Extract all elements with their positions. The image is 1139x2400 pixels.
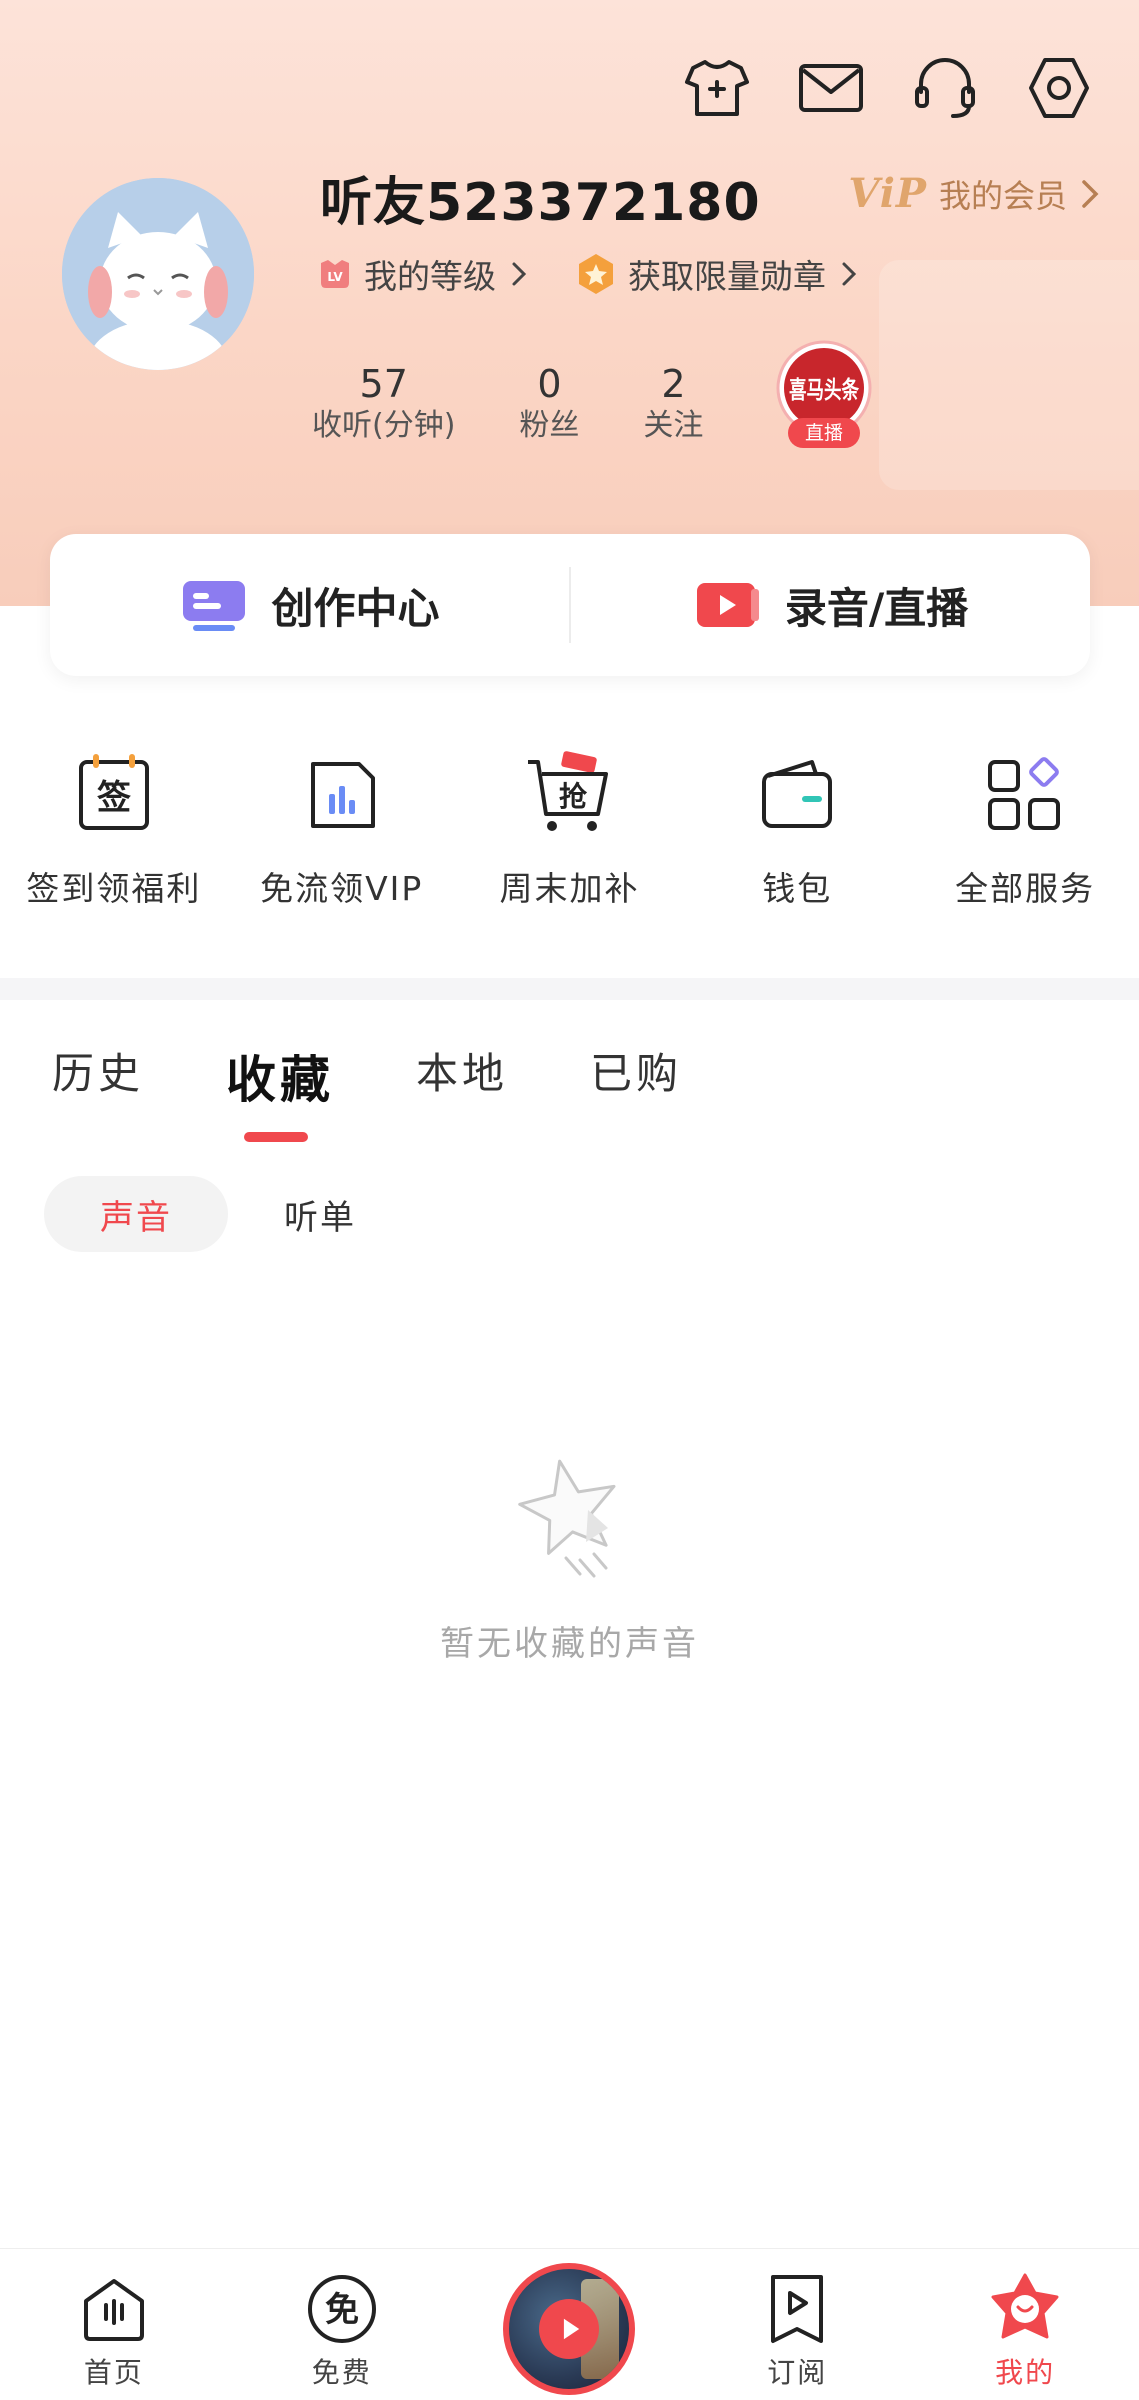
level-badge-icon: LV xyxy=(321,260,349,288)
subtab-sound[interactable]: 声音 xyxy=(44,1176,228,1252)
stat-following[interactable]: 2 关注 xyxy=(643,362,703,446)
content-tabs: 历史 收藏 本地 已购 xyxy=(52,1040,682,1142)
vip-logo: ViP xyxy=(848,170,927,217)
svg-text:LV: LV xyxy=(327,270,343,284)
creator-center-icon xyxy=(183,581,246,631)
sub-tabs: 声音 听单 xyxy=(44,1176,412,1252)
free-glyph: 免 xyxy=(325,2290,359,2330)
subtab-playlist[interactable]: 听单 xyxy=(228,1176,412,1252)
record-live-label: 录音/直播 xyxy=(784,583,969,633)
stat-fans[interactable]: 0 粉丝 xyxy=(519,362,579,446)
headset-icon[interactable] xyxy=(909,52,981,124)
nav-label: 订阅 xyxy=(767,2356,828,2389)
stat-label: 粉丝 xyxy=(519,408,580,443)
service-sign-in[interactable]: 签 签到领福利 xyxy=(0,750,228,910)
services-grid: 签 签到领福利 免流领VIP 抢 周末加补 钱包 全部服务 xyxy=(0,750,1139,910)
nav-label: 我的 xyxy=(995,2356,1056,2389)
medal-label: 获取限量勋章 xyxy=(628,257,826,296)
service-label: 签到领福利 xyxy=(26,869,202,908)
sign-in-icon: 签 xyxy=(69,750,159,840)
my-level-link[interactable]: LV 我的等级 xyxy=(318,250,530,298)
play-icon[interactable] xyxy=(539,2298,600,2359)
stat-value: 2 xyxy=(661,362,686,406)
nav-label: 首页 xyxy=(83,2356,144,2389)
free-icon: 免 xyxy=(307,2275,376,2343)
service-label: 钱包 xyxy=(762,869,833,908)
tab-history[interactable]: 历史 xyxy=(52,1040,144,1112)
subscribe-icon xyxy=(771,2275,824,2343)
home-icon xyxy=(83,2279,144,2341)
shirt-add-icon[interactable] xyxy=(681,52,753,124)
empty-state-text: 暂无收藏的声音 xyxy=(440,1624,699,1664)
nav-mine[interactable]: 我的 xyxy=(911,2249,1139,2400)
settings-icon[interactable] xyxy=(1023,52,1095,124)
live-news-badge[interactable]: 喜马头条 直播 xyxy=(774,340,874,452)
level-row: LV 我的等级 获取限量勋章 xyxy=(318,250,860,298)
empty-star-icon xyxy=(517,1459,616,1578)
stat-value: 57 xyxy=(359,362,408,406)
nav-subscribe[interactable]: 订阅 xyxy=(683,2249,911,2400)
tab-favorites[interactable]: 收藏 xyxy=(226,1040,334,1142)
service-weekend-bonus[interactable]: 抢 周末加补 xyxy=(456,750,684,910)
creator-center-label: 创作中心 xyxy=(271,583,440,633)
stat-label: 关注 xyxy=(643,408,704,443)
chevron-right-icon xyxy=(842,262,857,286)
service-free-data-vip[interactable]: 免流领VIP xyxy=(228,750,456,910)
my-level-label: 我的等级 xyxy=(364,257,496,296)
record-live-button[interactable]: 录音/直播 xyxy=(571,534,1090,676)
free-data-icon xyxy=(297,750,387,840)
service-wallet[interactable]: 钱包 xyxy=(683,750,911,910)
tab-purchased[interactable]: 已购 xyxy=(590,1040,682,1112)
all-services-icon xyxy=(980,750,1070,840)
empty-state: 暂无收藏的声音 xyxy=(0,1450,1139,1665)
record-video-icon xyxy=(696,583,759,627)
bottom-nav: 首页 免 免费 订阅 我的 xyxy=(0,2248,1139,2400)
username: 听友523372180 xyxy=(320,173,761,233)
chevron-right-icon xyxy=(1082,179,1099,208)
medal-link[interactable]: 获取限量勋章 xyxy=(576,250,860,298)
service-label: 全部服务 xyxy=(955,869,1096,908)
profile-page: 听友523372180 ViP 我的会员 LV 我的等级 获取限量勋章 57 收… xyxy=(0,0,1139,2400)
service-label: 免流领VIP xyxy=(260,869,424,908)
cart-icon: 抢 xyxy=(524,750,614,840)
stats-row: 57 收听(分钟) 0 粉丝 2 关注 xyxy=(312,362,767,446)
mail-icon[interactable] xyxy=(795,52,867,124)
nav-label: 免费 xyxy=(311,2356,372,2389)
stat-value: 0 xyxy=(537,362,562,406)
service-all[interactable]: 全部服务 xyxy=(911,750,1139,910)
top-toolbar xyxy=(681,52,1095,124)
cart-glyph: 抢 xyxy=(559,780,588,813)
nav-home[interactable]: 首页 xyxy=(0,2249,228,2400)
wallet-icon xyxy=(752,750,842,840)
avatar[interactable] xyxy=(62,178,254,370)
nav-player[interactable] xyxy=(456,2249,684,2400)
medal-icon xyxy=(579,254,613,294)
stat-label: 收听(分钟) xyxy=(312,408,456,443)
stat-listen-minutes[interactable]: 57 收听(分钟) xyxy=(312,362,455,446)
service-label: 周末加补 xyxy=(499,869,640,908)
sign-in-glyph: 签 xyxy=(97,778,131,818)
live-badge-label: 直播 xyxy=(805,422,843,444)
creator-center-button[interactable]: 创作中心 xyxy=(50,534,569,676)
section-divider xyxy=(0,978,1139,1000)
live-badge-logo: 喜马头条 xyxy=(789,376,860,404)
nav-free[interactable]: 免 免费 xyxy=(228,2249,456,2400)
vip-membership-link[interactable]: ViP 我的会员 xyxy=(848,170,1101,217)
now-playing-disc[interactable] xyxy=(503,2262,636,2395)
mine-icon xyxy=(991,2273,1059,2339)
chevron-right-icon xyxy=(512,262,527,286)
creator-card: 创作中心 录音/直播 xyxy=(50,534,1090,676)
tab-local[interactable]: 本地 xyxy=(416,1040,508,1112)
vip-label: 我的会员 xyxy=(938,176,1067,215)
